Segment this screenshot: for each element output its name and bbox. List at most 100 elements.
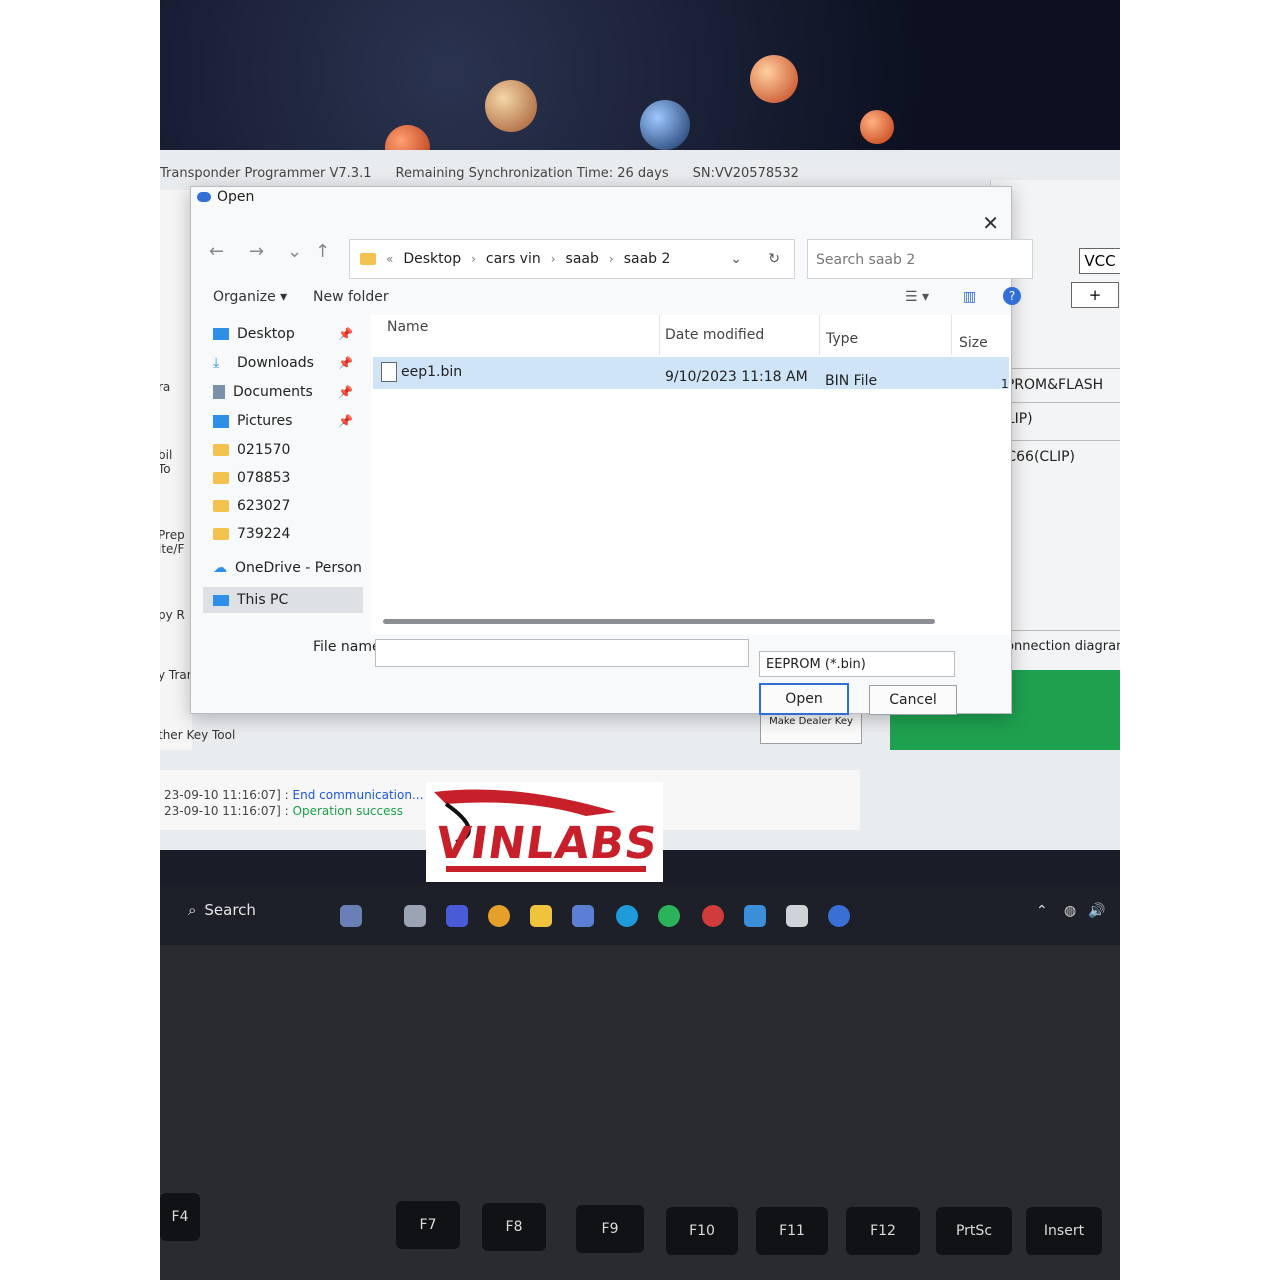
sidebar-item-label: This PC	[237, 592, 289, 608]
planet-orb	[750, 55, 798, 103]
preview-pane-icon[interactable]: ▥	[963, 289, 976, 305]
column-header-size[interactable]: Size	[959, 335, 988, 351]
widgets-icon[interactable]	[340, 905, 362, 927]
table-row[interactable]: eep1.bin 9/10/2023 11:18 AM BIN File 1	[373, 357, 1009, 391]
edge-icon[interactable]	[616, 905, 638, 927]
folder-icon	[360, 253, 376, 265]
app-title: Transponder Programmer V7.3.1	[160, 165, 372, 181]
tool-label: ra	[160, 380, 171, 394]
sidebar-item-folder[interactable]: 078853	[203, 465, 363, 491]
close-icon[interactable]: ✕	[982, 211, 999, 235]
file-list: Name Date modified Type Size eep1.bin 9/…	[371, 315, 1011, 635]
breadcrumb-saab-2[interactable]: saab 2	[624, 251, 671, 267]
file-type: BIN File	[825, 373, 878, 389]
cloud-icon: ☁	[213, 560, 227, 576]
sidebar-item-folder[interactable]: 623027	[203, 493, 363, 519]
organize-button[interactable]: Organize ▾	[213, 289, 287, 305]
navigation-bar: ← → ⌄ ↑ « Desktop › cars vin › saab › sa…	[191, 235, 1033, 279]
file-type-filter[interactable]: EEPROM (*.bin)	[759, 651, 955, 677]
log-timestamp: 23-09-10 11:16:07]	[164, 804, 281, 818]
forward-arrow-icon[interactable]: →	[249, 241, 264, 262]
vinlabs-logo: VINLABS	[426, 782, 663, 882]
laptop-keyboard: F4 F7 F8 F9 F10 F11 F12 PrtSc Insert	[160, 945, 1120, 1280]
dialog-title-bar: Open	[197, 189, 254, 205]
sidebar-item-label: OneDrive - Person	[235, 560, 362, 576]
sidebar-item-label: Desktop	[237, 326, 295, 342]
chevron-up-icon[interactable]: ⌃	[1036, 903, 1048, 919]
volume-icon[interactable]: 🔊	[1088, 903, 1105, 919]
sidebar-item-this-pc[interactable]: This PC	[203, 587, 363, 613]
breadcrumb-desktop[interactable]: Desktop	[403, 251, 461, 267]
key-f9: F9	[576, 1205, 644, 1253]
device-icon[interactable]	[786, 905, 808, 927]
chevron-down-icon[interactable]: ⌄	[730, 251, 742, 267]
sidebar-item-label: Pictures	[237, 413, 293, 429]
log-line: 23-09-10 11:16:07] : Operation success	[164, 804, 403, 818]
key-f4: F4	[160, 1193, 200, 1241]
breadcrumb-separator: ›	[550, 252, 556, 266]
chrome-profile-icon[interactable]	[702, 905, 724, 927]
breadcrumb-overflow[interactable]: «	[386, 252, 393, 266]
open-file-dialog: Open ✕ ← → ⌄ ↑ « Desktop › cars vin › sa…	[190, 186, 1033, 715]
breadcrumb-cars-vin[interactable]: cars vin	[486, 251, 541, 267]
sidebar-item-documents[interactable]: Documents 📌	[203, 379, 363, 405]
sidebar-item-pictures[interactable]: Pictures 📌	[203, 408, 363, 434]
address-bar[interactable]: « Desktop › cars vin › saab › saab 2 ⌄ ↻	[349, 239, 795, 279]
programmer-app-icon[interactable]	[828, 905, 850, 927]
sidebar-item-desktop[interactable]: Desktop 📌	[203, 321, 363, 347]
tool-label: bil	[160, 448, 173, 462]
network-icon[interactable]: ◍	[1064, 903, 1076, 919]
key-f11: F11	[756, 1207, 828, 1255]
logo-text: VINLABS	[432, 818, 662, 869]
open-button[interactable]: Open	[759, 683, 849, 715]
cancel-button[interactable]: Cancel	[869, 685, 957, 715]
file-date: 9/10/2023 11:18 AM	[665, 369, 808, 385]
file-explorer-icon[interactable]	[530, 905, 552, 927]
column-header-type[interactable]: Type	[826, 331, 858, 347]
sidebar-item-onedrive[interactable]: ☁ OneDrive - Person	[203, 555, 363, 581]
tools-icon[interactable]	[744, 905, 766, 927]
key-insert: Insert	[1026, 1207, 1102, 1255]
log-message: End communication...	[292, 788, 424, 802]
taskbar: ⌕ Search ⌃ ◍ 🔊	[160, 885, 1120, 945]
tool-label[interactable]: py R	[160, 608, 185, 622]
column-divider	[951, 315, 952, 355]
teams-icon[interactable]	[446, 905, 468, 927]
dialog-title: Open	[217, 189, 255, 205]
key-f12: F12	[846, 1207, 920, 1255]
recent-locations-icon[interactable]: ⌄	[287, 241, 302, 262]
column-header-name[interactable]: Name	[387, 319, 428, 335]
refresh-icon[interactable]: ↻	[768, 251, 780, 267]
up-arrow-icon[interactable]: ↑	[315, 241, 330, 262]
horizontal-scrollbar[interactable]	[383, 619, 935, 624]
pin-icon: 📌	[338, 414, 353, 428]
pc-icon	[213, 594, 229, 606]
chrome-icon[interactable]	[488, 905, 510, 927]
breadcrumb-separator: ›	[471, 252, 476, 266]
folder-icon	[213, 444, 229, 456]
sidebar-item-folder[interactable]: 739224	[203, 521, 363, 547]
store-icon[interactable]	[572, 905, 594, 927]
whatsapp-icon[interactable]	[658, 905, 680, 927]
breadcrumb-saab[interactable]: saab	[566, 251, 599, 267]
task-view-icon[interactable]	[404, 905, 426, 927]
file-name-field[interactable]	[375, 639, 749, 667]
new-folder-button[interactable]: New folder	[313, 289, 389, 305]
sidebar-item-folder[interactable]: 021570	[203, 437, 363, 463]
folder-icon	[213, 500, 229, 512]
tool-label[interactable]: ther Key Tool	[160, 728, 235, 742]
key-f8: F8	[482, 1203, 546, 1251]
add-button[interactable]: +	[1071, 282, 1119, 308]
sidebar-item-downloads[interactable]: ⤓ Downloads 📌	[203, 350, 363, 376]
search-input[interactable]: Search saab 2	[807, 239, 1033, 279]
column-header-date[interactable]: Date modified	[665, 327, 764, 343]
sidebar-item-label: 623027	[237, 498, 291, 514]
pictures-icon	[213, 414, 229, 428]
left-toolbar: ra bil To Prep ite/F py R y Tran ther Ke…	[160, 190, 235, 750]
taskbar-search[interactable]: ⌕ Search	[188, 901, 256, 919]
help-icon[interactable]: ?	[1003, 287, 1021, 305]
back-arrow-icon[interactable]: ←	[209, 241, 224, 262]
view-options-icon[interactable]: ☰ ▾	[905, 289, 929, 305]
key-prtsc: PrtSc	[936, 1207, 1012, 1255]
file-icon	[381, 362, 397, 382]
